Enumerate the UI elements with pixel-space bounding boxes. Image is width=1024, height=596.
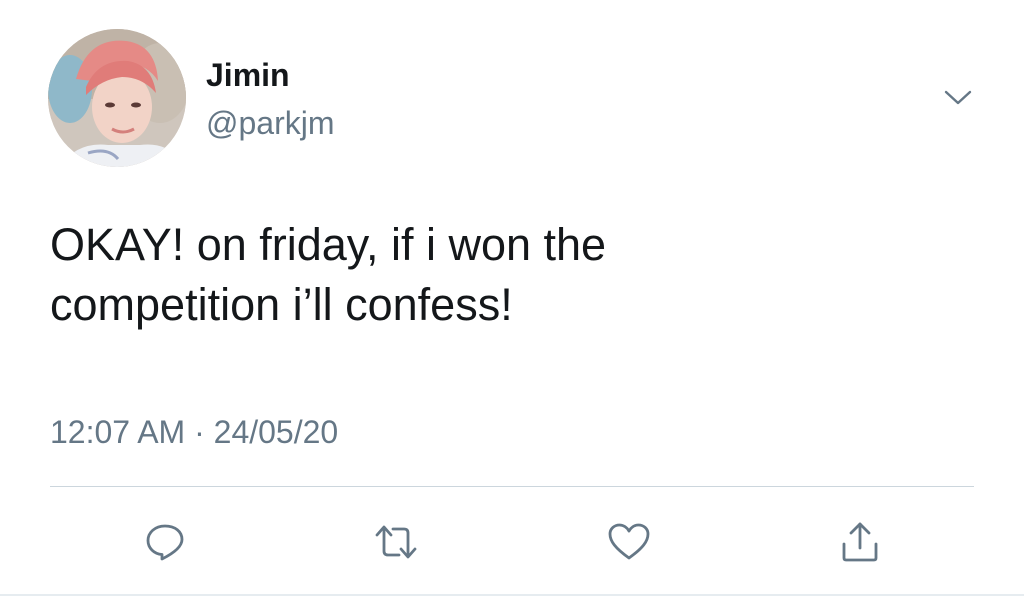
tweet-text: OKAY! on friday, if i won the competitio… xyxy=(50,215,950,335)
display-name[interactable]: Jimin xyxy=(206,56,290,94)
user-handle[interactable]: @parkjm xyxy=(206,104,335,142)
share-icon xyxy=(842,522,878,562)
tweet-time: 12:07 AM xyxy=(50,414,186,450)
avatar[interactable] xyxy=(48,29,186,167)
tweet-text-line: OKAY! on friday, if i won the xyxy=(50,219,607,270)
meta-separator: · xyxy=(194,414,205,450)
action-bar xyxy=(0,510,1024,574)
retweet-icon xyxy=(375,525,417,559)
divider xyxy=(50,486,974,487)
heart-icon xyxy=(608,523,650,560)
tweet-menu-button[interactable] xyxy=(936,80,980,116)
reply-button[interactable] xyxy=(133,510,197,574)
retweet-button[interactable] xyxy=(364,510,428,574)
reply-icon xyxy=(146,524,184,561)
tweet-date: 24/05/20 xyxy=(213,414,339,450)
chevron-down-icon xyxy=(944,90,972,105)
tweet-text-line: competition i’ll confess! xyxy=(50,279,513,330)
tweet-timestamp[interactable]: 12:07 AM · 24/05/20 xyxy=(50,412,338,452)
profile-photo-icon xyxy=(48,29,186,167)
share-button[interactable] xyxy=(828,510,892,574)
tweet-card: Jimin @parkjm OKAY! on friday, if i won … xyxy=(0,0,1024,596)
like-button[interactable] xyxy=(597,510,661,574)
